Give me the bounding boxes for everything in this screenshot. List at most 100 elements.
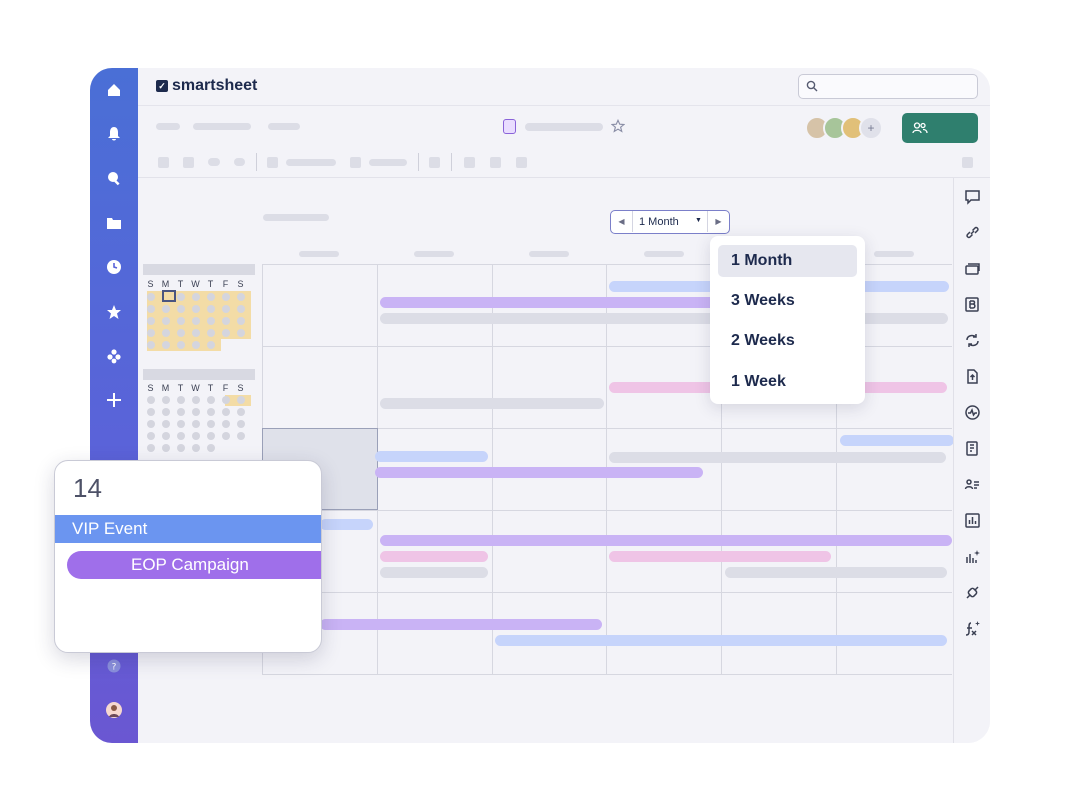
mini-calendar-day[interactable] bbox=[237, 408, 245, 416]
event-bar[interactable] bbox=[380, 551, 488, 562]
event-bar[interactable] bbox=[375, 451, 488, 462]
mini-calendar-day[interactable] bbox=[177, 341, 185, 349]
mini-calendar-day[interactable] bbox=[222, 432, 230, 440]
smartsheet-logo[interactable]: ✓ smartsheet bbox=[156, 77, 257, 95]
mini-calendar-day[interactable] bbox=[162, 396, 170, 404]
mini-calendar-day[interactable] bbox=[192, 432, 200, 440]
event-bar[interactable] bbox=[380, 398, 604, 409]
mini-calendar-day[interactable] bbox=[147, 317, 155, 325]
mini-calendar-day[interactable] bbox=[147, 396, 155, 404]
mini-calendar-day[interactable] bbox=[207, 317, 215, 325]
mini-calendar-day[interactable] bbox=[177, 408, 185, 416]
mini-calendar-day[interactable] bbox=[162, 329, 170, 337]
mini-calendar-day[interactable] bbox=[177, 420, 185, 428]
mini-calendar-day[interactable] bbox=[177, 293, 185, 301]
mini-calendar-day[interactable] bbox=[237, 420, 245, 428]
mini-calendar-day[interactable] bbox=[237, 305, 245, 313]
mini-calendar-day[interactable] bbox=[177, 317, 185, 325]
toolbar-button[interactable] bbox=[234, 158, 245, 166]
mini-calendar-day[interactable] bbox=[192, 396, 200, 404]
event-bar[interactable] bbox=[320, 519, 373, 530]
toolbar-button[interactable] bbox=[208, 158, 220, 166]
help-icon[interactable]: ? bbox=[104, 656, 124, 676]
event-bar[interactable] bbox=[380, 535, 952, 546]
mini-calendar-day[interactable] bbox=[192, 420, 200, 428]
apps-icon[interactable] bbox=[104, 346, 124, 366]
plus-icon[interactable] bbox=[104, 390, 124, 410]
previous-range-icon[interactable]: ◀ bbox=[611, 211, 633, 232]
toolbar-button[interactable] bbox=[962, 157, 973, 168]
mini-calendar-day[interactable] bbox=[162, 317, 170, 325]
mini-calendar-day[interactable] bbox=[177, 396, 185, 404]
share-button[interactable] bbox=[902, 113, 978, 143]
event-bar[interactable] bbox=[609, 551, 831, 562]
range-option-1-month[interactable]: 1 Month bbox=[718, 245, 857, 277]
mini-calendar-day[interactable] bbox=[222, 329, 230, 337]
mini-calendar-day[interactable] bbox=[207, 396, 215, 404]
next-range-icon[interactable]: ▶ bbox=[707, 211, 729, 232]
event-bar[interactable] bbox=[380, 567, 488, 578]
activity-icon[interactable] bbox=[964, 404, 981, 421]
mini-calendar-day[interactable] bbox=[147, 341, 155, 349]
mini-calendar-day[interactable] bbox=[222, 293, 230, 301]
range-option-1-week[interactable]: 1 Week bbox=[718, 366, 857, 398]
toolbar-button[interactable] bbox=[350, 157, 361, 168]
mini-calendar-day[interactable] bbox=[207, 305, 215, 313]
mini-calendar-day[interactable] bbox=[177, 329, 185, 337]
toolbar-button[interactable] bbox=[516, 157, 527, 168]
mini-calendar-day[interactable] bbox=[222, 420, 230, 428]
link-icon[interactable] bbox=[964, 224, 981, 241]
mini-calendar-day[interactable] bbox=[207, 432, 215, 440]
sync-icon[interactable] bbox=[964, 332, 981, 349]
event-bar[interactable] bbox=[725, 567, 947, 578]
home-icon[interactable] bbox=[104, 80, 124, 100]
search-icon[interactable] bbox=[104, 168, 124, 188]
event-bar[interactable] bbox=[840, 435, 954, 446]
mini-calendar-day[interactable] bbox=[162, 408, 170, 416]
mini-calendar-day[interactable] bbox=[147, 444, 155, 452]
star-icon[interactable] bbox=[104, 302, 124, 322]
mini-calendar-day[interactable] bbox=[147, 293, 155, 301]
toolbar-button[interactable] bbox=[183, 157, 194, 168]
event-bar[interactable] bbox=[375, 467, 703, 478]
event-bar[interactable] bbox=[320, 619, 602, 630]
formula-icon[interactable] bbox=[964, 620, 981, 637]
mini-calendar-day[interactable] bbox=[222, 396, 230, 404]
connector-icon[interactable] bbox=[964, 584, 981, 601]
mini-calendar-day[interactable] bbox=[192, 341, 200, 349]
mini-calendar-day[interactable] bbox=[237, 329, 245, 337]
range-option-2-weeks[interactable]: 2 Weeks bbox=[718, 325, 857, 357]
mini-calendar-day[interactable] bbox=[237, 396, 245, 404]
toolbar-button[interactable] bbox=[429, 157, 440, 168]
mini-calendar-day[interactable] bbox=[192, 444, 200, 452]
mini-calendar-day[interactable] bbox=[237, 317, 245, 325]
event-bar[interactable] bbox=[609, 452, 946, 463]
mini-calendar-day[interactable] bbox=[222, 317, 230, 325]
mini-calendar-day[interactable] bbox=[192, 408, 200, 416]
user-avatar[interactable] bbox=[104, 700, 124, 720]
mini-calendar-day[interactable] bbox=[207, 341, 215, 349]
favorite-star-icon[interactable] bbox=[610, 118, 626, 133]
mini-calendar-day[interactable] bbox=[162, 341, 170, 349]
bell-icon[interactable] bbox=[104, 124, 124, 144]
people-icon[interactable] bbox=[964, 476, 981, 493]
mini-calendar-day[interactable] bbox=[192, 305, 200, 313]
mini-calendar-day[interactable] bbox=[207, 408, 215, 416]
range-selector[interactable]: ◀ 1 Month ▼ ▶ bbox=[610, 210, 730, 234]
chart-icon[interactable] bbox=[964, 512, 981, 529]
event-bar[interactable] bbox=[380, 297, 720, 308]
mini-calendar-day[interactable] bbox=[222, 305, 230, 313]
toolbar-dropdown[interactable] bbox=[286, 159, 336, 166]
toolbar-button[interactable] bbox=[464, 157, 475, 168]
mini-calendar-day[interactable] bbox=[207, 329, 215, 337]
brandfolder-icon[interactable] bbox=[964, 296, 981, 313]
mini-calendar-day[interactable] bbox=[147, 420, 155, 428]
mini-calendar-day[interactable] bbox=[177, 444, 185, 452]
toolbar-button[interactable] bbox=[158, 157, 169, 168]
mini-calendar-day[interactable] bbox=[207, 293, 215, 301]
toolbar-dropdown[interactable] bbox=[369, 159, 407, 166]
event-eop-campaign[interactable]: EOP Campaign bbox=[67, 551, 321, 579]
clock-icon[interactable] bbox=[104, 257, 124, 277]
mini-calendar-day[interactable] bbox=[162, 444, 170, 452]
search-input[interactable] bbox=[798, 74, 978, 99]
